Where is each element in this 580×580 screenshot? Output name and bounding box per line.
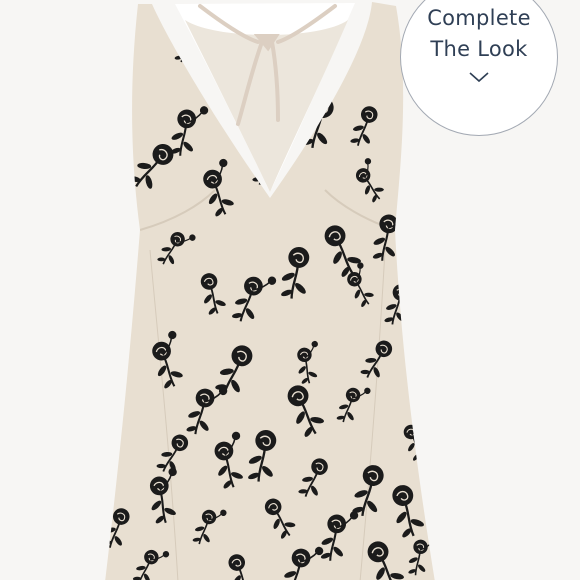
chevron-down-icon	[469, 72, 489, 83]
cta-line-2: The Look	[430, 37, 528, 61]
cta-line-1: Complete	[427, 6, 531, 30]
